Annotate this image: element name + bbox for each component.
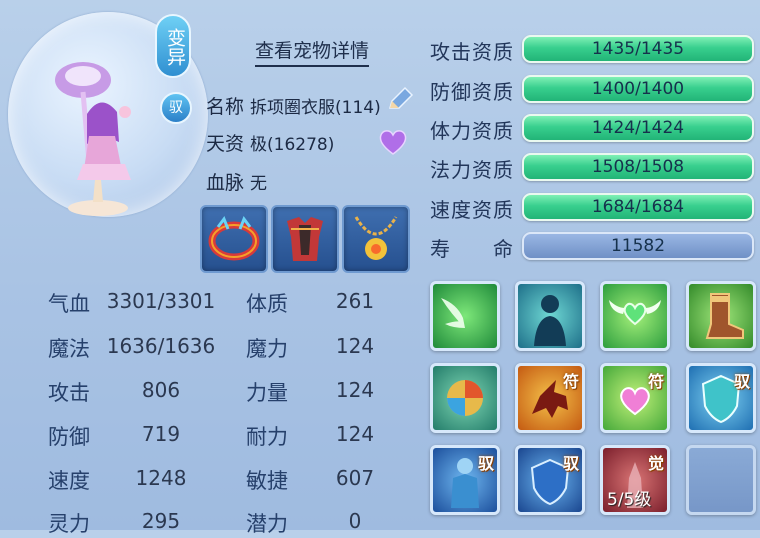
stat-label-defense: 防御 bbox=[48, 425, 90, 449]
stat-value-attack: 806 bbox=[141, 378, 181, 402]
apt-value-stamina: 1424/1424 bbox=[591, 118, 685, 138]
apt-value-speed: 1684/1684 bbox=[591, 197, 685, 217]
equipment-slot-necklace[interactable] bbox=[342, 205, 410, 273]
stat-value-magic: 124 bbox=[335, 334, 375, 358]
stat-value-defense: 719 bbox=[141, 422, 181, 446]
rename-pencil-icon[interactable] bbox=[386, 86, 414, 114]
stat-label-speed: 速度 bbox=[48, 469, 90, 493]
stat-value-constitution: 261 bbox=[335, 289, 375, 313]
stat-label-magic: 魔力 bbox=[246, 337, 288, 361]
stat-value-potential: 0 bbox=[348, 509, 362, 533]
apt-bar-speed: 1684/1684 bbox=[522, 193, 754, 221]
pet-model-image bbox=[55, 62, 131, 216]
pet-name-value: 拆项圈衣服(114) bbox=[250, 98, 381, 118]
stat-value-speed: 1248 bbox=[135, 466, 187, 490]
stat-value-agility: 607 bbox=[335, 466, 375, 490]
pet-detail-panel: 变异 驭 查看宠物详情 名称 拆项圈衣服(114) 天资 极(16278) 血脉无 bbox=[0, 0, 760, 536]
apt-value-mana: 1508/1508 bbox=[591, 157, 685, 177]
stat-label-mp: 魔法 bbox=[48, 337, 90, 361]
stat-label-agility: 敏捷 bbox=[246, 469, 288, 493]
apt-bar-mana: 1508/1508 bbox=[522, 153, 754, 181]
stat-value-spirit: 295 bbox=[141, 509, 181, 533]
skill-tag-talisman: 符 bbox=[562, 372, 579, 391]
skill-slot-7[interactable]: 符 bbox=[600, 363, 670, 433]
apt-bar-defense: 1400/1400 bbox=[522, 75, 754, 103]
pet-bloodline-row: 血脉无 bbox=[206, 168, 267, 195]
skill-tag-tame: 驭 bbox=[733, 372, 750, 391]
stat-label-constitution: 体质 bbox=[246, 292, 288, 316]
tame-badge: 驭 bbox=[160, 92, 192, 124]
skill-slot-8[interactable]: 驭 bbox=[686, 363, 756, 433]
skill-slot-2[interactable] bbox=[515, 281, 585, 351]
equipment-slot-collar[interactable] bbox=[200, 205, 268, 273]
skill-tag-talisman: 符 bbox=[647, 372, 664, 391]
boot-skill-icon bbox=[705, 293, 744, 339]
bloodline-value: 无 bbox=[250, 174, 268, 194]
skill-slot-11[interactable]: 觉 5/5级 bbox=[600, 445, 670, 515]
silhouette-skill-icon bbox=[534, 295, 566, 346]
stat-label-potential: 潜力 bbox=[246, 512, 288, 536]
skill-slot-5[interactable] bbox=[430, 363, 500, 433]
pet-name-row: 名称 拆项圈衣服(114) bbox=[206, 92, 381, 119]
stat-label-strength: 力量 bbox=[246, 381, 288, 405]
stat-value-hp: 3301/3301 bbox=[106, 289, 216, 313]
apt-bar-lifespan: 11582 bbox=[522, 232, 754, 260]
apt-bar-stamina: 1424/1424 bbox=[522, 114, 754, 142]
collar-equipment-icon bbox=[208, 215, 260, 261]
apt-value-attack: 1435/1435 bbox=[591, 39, 685, 59]
pet-talent-row: 天资 极(16278) bbox=[206, 129, 334, 156]
skill-tag-tame: 驭 bbox=[562, 454, 579, 473]
skill-tag-awaken: 觉 bbox=[647, 454, 664, 473]
skill-slot-10[interactable]: 驭 bbox=[515, 445, 585, 515]
talent-value: 极(16278) bbox=[250, 135, 335, 155]
apt-label-attack: 攻击资质 bbox=[430, 40, 514, 64]
skill-tag-tame: 驭 bbox=[477, 454, 494, 473]
necklace-equipment-icon bbox=[354, 216, 398, 260]
name-label: 名称 bbox=[206, 96, 245, 118]
stat-label-endurance: 耐力 bbox=[246, 425, 288, 449]
apt-label-speed: 速度资质 bbox=[430, 198, 514, 222]
skill-level-text: 5/5级 bbox=[607, 490, 652, 510]
elements-orb-skill-icon bbox=[447, 380, 483, 416]
heart-icon[interactable] bbox=[378, 128, 408, 156]
armor-equipment-icon bbox=[287, 217, 323, 261]
apt-value-lifespan: 11582 bbox=[610, 236, 666, 256]
equipment-slot-armor[interactable] bbox=[271, 205, 339, 273]
empty-skill-slot[interactable] bbox=[686, 445, 756, 515]
stat-value-endurance: 124 bbox=[335, 422, 375, 446]
mutation-badge: 变异 bbox=[155, 14, 191, 78]
stat-label-attack: 攻击 bbox=[48, 381, 90, 405]
bloodline-label: 血脉 bbox=[206, 172, 245, 194]
stat-value-mp: 1636/1636 bbox=[106, 334, 216, 358]
stat-label-spirit: 灵力 bbox=[48, 512, 90, 536]
apt-label-defense: 防御资质 bbox=[430, 80, 514, 104]
apt-label-mana: 法力资质 bbox=[430, 158, 514, 182]
skill-slot-9[interactable]: 驭 bbox=[430, 445, 500, 515]
stat-label-hp: 气血 bbox=[48, 292, 90, 316]
skill-slot-1[interactable] bbox=[430, 281, 500, 351]
skill-slot-4[interactable] bbox=[686, 281, 756, 351]
skill-slot-6[interactable]: 符 bbox=[515, 363, 585, 433]
talent-label: 天资 bbox=[206, 133, 245, 155]
skill-slot-3[interactable] bbox=[600, 281, 670, 351]
stat-value-strength: 124 bbox=[335, 378, 375, 402]
apt-value-defense: 1400/1400 bbox=[591, 79, 685, 99]
view-pet-details-link[interactable]: 查看宠物详情 bbox=[255, 36, 370, 67]
apt-label-lifespan: 寿 命 bbox=[430, 237, 514, 261]
apt-label-stamina: 体力资质 bbox=[430, 119, 514, 143]
apt-bar-attack: 1435/1435 bbox=[522, 35, 754, 63]
heart-wings-skill-icon bbox=[609, 300, 661, 326]
wings-skill-icon bbox=[441, 298, 465, 328]
